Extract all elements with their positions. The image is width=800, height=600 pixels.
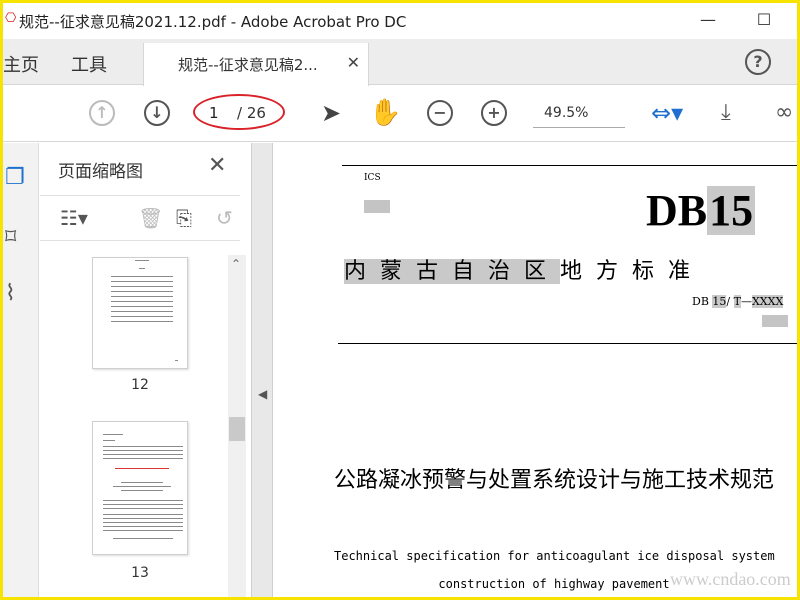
close-panel-icon[interactable]: ✕ <box>208 153 226 178</box>
page-thumbnail-13[interactable] <box>92 421 188 555</box>
standard-code-prefix: DB <box>646 186 708 235</box>
standard-code-number: 15 <box>707 186 756 235</box>
insert-page-icon[interactable]: ⎘ <box>176 206 192 230</box>
site-watermark: www.cndao.com <box>670 569 791 589</box>
help-icon[interactable]: ? <box>745 49 771 75</box>
attachments-icon[interactable]: ⌇ <box>5 281 31 309</box>
acrobat-app-icon: ⎔ <box>5 11 17 26</box>
delete-page-icon[interactable]: 🗑 <box>138 206 163 230</box>
standard-year-placeholder <box>762 315 788 327</box>
thumbnail-label-12: 12 <box>131 377 149 393</box>
rotate-page-icon[interactable]: ↺ <box>216 206 233 230</box>
bookmarks-icon[interactable]: ⌑ <box>5 225 31 253</box>
link-icon[interactable]: ∞ <box>775 98 793 128</box>
region-heading: 内蒙古自治区地方标准 <box>344 253 705 284</box>
top-rule <box>342 165 797 166</box>
toolbar: ↑ ↓ 1 / 26 ➤ ✋ − + 49.5% ⇔▾ ⤓ ∞ <box>3 86 797 142</box>
document-tab-title: 规范--征求意见稿2... <box>178 56 318 74</box>
options-menu-icon[interactable]: ☷▾ <box>60 206 88 230</box>
page-fit-icon[interactable]: ⇔▾ <box>651 98 683 128</box>
region-suffix: 地方标准 <box>560 259 705 284</box>
thumbnails-panel: 页面缩略图 ✕ ☷▾ 🗑 ⎘ ↺ 12 13 ⌃ <box>40 143 251 597</box>
collapse-panel-icon[interactable]: ◀ <box>258 387 267 401</box>
tab-home[interactable]: 主页 <box>3 51 39 77</box>
page-thumbnails-icon[interactable]: ❐ <box>5 165 31 193</box>
standard-code: DB15 <box>646 185 756 236</box>
standard-number-prefix: DB <box>692 295 709 308</box>
region-name: 内蒙古自治区 <box>344 259 561 284</box>
zoom-in-icon[interactable]: + <box>481 100 507 126</box>
hand-tool-icon[interactable]: ✋ <box>369 98 401 128</box>
select-cursor-icon[interactable]: ➤ <box>321 98 341 128</box>
next-page-icon[interactable]: ↓ <box>144 100 170 126</box>
document-view[interactable]: ICS DB15 内蒙古自治区地方标准 DB 15/ T—XXXX 公路凝冰预警… <box>274 143 797 597</box>
page-navigator: 1 / 26 <box>193 94 285 130</box>
standard-number-type: T <box>733 295 741 308</box>
page-number-input[interactable]: 1 <box>209 104 229 122</box>
page-total: / 26 <box>237 104 266 122</box>
thumbnail-label-13: 13 <box>131 565 149 581</box>
standard-number-sep: / <box>726 295 731 308</box>
document-title-en-line1: Technical specification for anticoagulan… <box>334 549 775 563</box>
tab-document[interactable]: 规范--征求意见稿2... ✕ <box>143 43 369 86</box>
ics-label: ICS <box>364 173 381 183</box>
scroll-up-icon[interactable]: ⌃ <box>231 257 241 271</box>
standard-number-code: XXXX <box>751 295 784 308</box>
document-title-cn: 公路凝冰预警与处置系统设计与施工技术规范 <box>333 468 774 493</box>
zoom-level-select[interactable]: 49.5% <box>533 102 625 128</box>
panel-title: 页面缩略图 <box>58 162 143 182</box>
tab-tools[interactable]: 工具 <box>71 51 107 77</box>
panel-toolbar: ☷▾ 🗑 ⎘ ↺ <box>40 195 240 241</box>
previous-page-icon[interactable]: ↑ <box>89 100 115 126</box>
panel-splitter[interactable]: ◀ <box>251 143 273 597</box>
standard-number: DB 15/ T—XXXX <box>692 295 784 308</box>
minimize-button[interactable]: — <box>693 7 723 33</box>
header-rule <box>338 343 797 344</box>
standard-number-region: 15 <box>712 295 727 308</box>
title-bar: ⎔ 规范--征求意见稿2021.12.pdf - Adobe Acrobat P… <box>3 3 797 39</box>
page-thumbnail-12[interactable] <box>92 257 188 369</box>
acrobat-window: ⎔ 规范--征求意见稿2021.12.pdf - Adobe Acrobat P… <box>3 3 797 597</box>
maximize-button[interactable]: ☐ <box>749 7 779 33</box>
window-title: 规范--征求意见稿2021.12.pdf - Adobe Acrobat Pro… <box>19 13 407 31</box>
close-tab-icon[interactable]: ✕ <box>347 53 360 72</box>
thumbnail-scrollbar[interactable]: ⌃ <box>228 255 246 597</box>
tab-bar: 主页 工具 规范--征求意见稿2... ✕ ? <box>3 39 797 86</box>
ics-code-placeholder <box>364 200 390 213</box>
zoom-out-icon[interactable]: − <box>427 100 453 126</box>
navigation-rail: ❐ ⌑ ⌇ <box>3 143 39 597</box>
scroll-mode-icon[interactable]: ⤓ <box>721 98 731 128</box>
scroll-thumb[interactable] <box>229 417 245 441</box>
